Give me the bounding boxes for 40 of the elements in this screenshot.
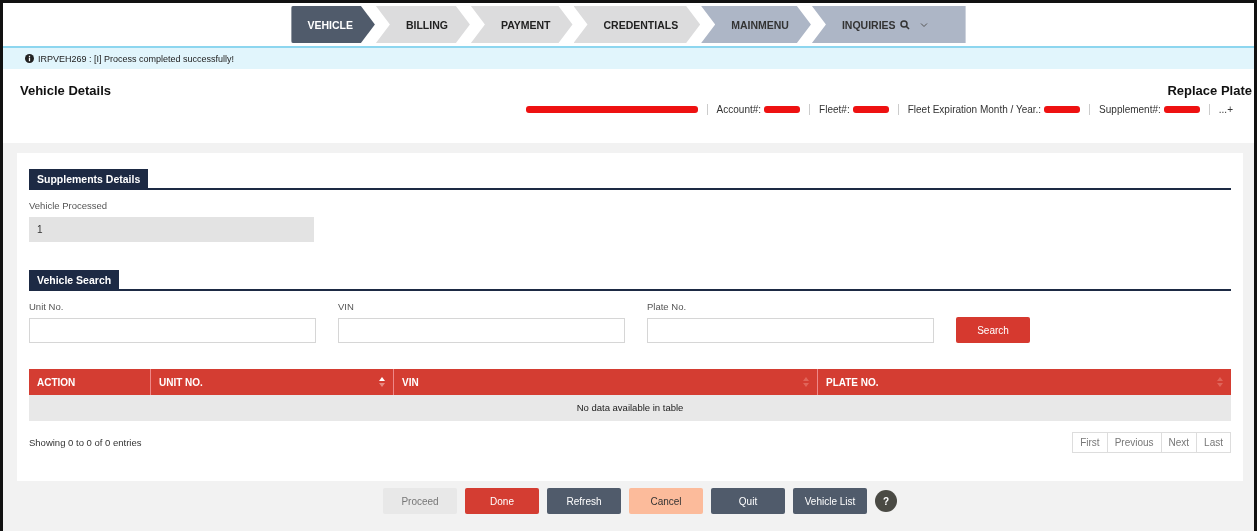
input-field[interactable]: [647, 318, 934, 343]
wizard-step[interactable]: BILLING: [375, 6, 470, 43]
sort-icon: [803, 377, 809, 387]
field-label: Vehicle Processed: [29, 200, 109, 211]
action-button[interactable]: Vehicle List: [793, 488, 867, 514]
sort-icon: [379, 377, 385, 387]
action-button[interactable]: Done: [465, 488, 539, 514]
transaction-title: Replace Plate: [1167, 83, 1252, 98]
info-label: Account#:: [716, 104, 762, 115]
page-title: Vehicle Details: [20, 83, 112, 98]
readonly-field: 1: [29, 217, 314, 242]
column-header[interactable]: PLATE NO.: [818, 369, 1231, 395]
help-button[interactable]: ?: [875, 490, 897, 512]
wizard-step[interactable]: VEHICLE: [291, 6, 375, 43]
caret-icon: [919, 21, 928, 28]
wizard-step[interactable]: MAINMENU: [701, 6, 811, 43]
input-field[interactable]: [338, 318, 625, 343]
search-button[interactable]: Search: [956, 317, 1030, 343]
field-label: Unit No.: [29, 301, 65, 312]
table-info: Showing 0 to 0 of 0 entries: [29, 437, 142, 448]
section-title: Supplements Details: [29, 169, 149, 188]
info-label: ...+: [1218, 104, 1233, 115]
field-label: VIN: [338, 301, 355, 312]
action-button[interactable]: Cancel: [629, 488, 703, 514]
input-field[interactable]: [29, 318, 316, 343]
empty-table-message: No data available in table: [29, 395, 1231, 421]
wizard-step[interactable]: INQUIRIES: [811, 6, 966, 43]
search-icon: [899, 19, 910, 30]
info-label: Fleet Expiration Month / Year.:: [907, 104, 1042, 115]
action-button[interactable]: Quit: [711, 488, 785, 514]
sort-icon: [1217, 377, 1223, 387]
section-title: Vehicle Search: [29, 270, 120, 289]
info-label: Supplement#:: [1099, 104, 1161, 115]
status-message: IRPVEH269 : [I] Process completed successfully!: [38, 53, 235, 64]
wizard-step[interactable]: PAYMENT: [470, 6, 573, 43]
info-icon: [25, 54, 34, 63]
info-label: Fleet#:: [819, 104, 850, 115]
wizard-step[interactable]: CREDENTIALS: [573, 6, 701, 43]
field-label: Plate No.: [647, 301, 688, 312]
action-button[interactable]: Refresh: [547, 488, 621, 514]
